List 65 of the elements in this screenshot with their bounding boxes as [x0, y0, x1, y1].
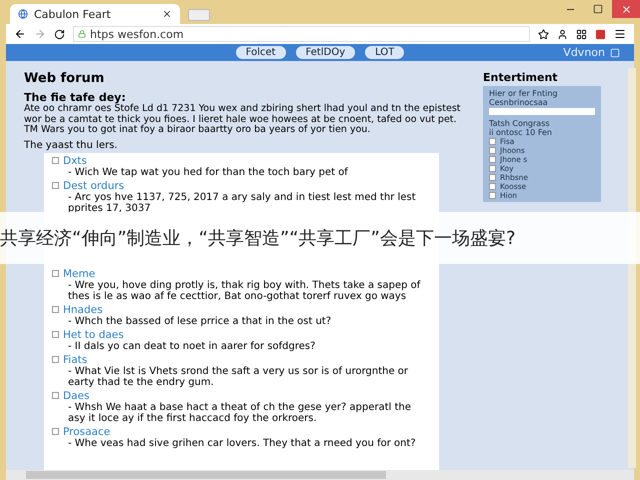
user-icon[interactable] [557, 28, 568, 40]
input-field[interactable] [489, 108, 595, 115]
site-icon [18, 9, 28, 19]
checkbox[interactable] [489, 165, 496, 172]
square-icon[interactable] [610, 48, 620, 58]
topic-link[interactable]: Prosaace [63, 426, 110, 438]
horizontal-scrollbar[interactable] [6, 470, 634, 480]
topic-text: - II dals yo can deat to noet in aarer for sofdgres? [67, 340, 316, 352]
topic-link[interactable]: Dxts [63, 154, 87, 166]
back-icon[interactable] [14, 28, 26, 40]
sidebar-label: Hier or fer Fnting [489, 89, 558, 98]
checkbox[interactable] [52, 392, 59, 399]
headline-banner: 共享经济“伸向”制造业，“共享智造”“共享工厂”会是下一场盛宴? [0, 212, 640, 264]
close-icon [620, 4, 632, 14]
address-field[interactable]: htps wesfon.com [73, 26, 530, 42]
topic-text: - Wich We tap wat you hed for than the toch bary pet of [67, 166, 349, 178]
star-icon[interactable] [538, 28, 549, 40]
sidebar-title: Entertiment [483, 71, 559, 84]
checkbox[interactable] [489, 147, 496, 154]
topic-text: - Wre you, hove ding protly is, thak rig boy with. Thets take a sapep of thes is le as wao af fe cecttior, Bat ono-gothat torerf ruvex go ways [67, 280, 422, 302]
sidebar-heading: ii ontosc 10 Fen [489, 128, 553, 137]
topic-link[interactable]: Meme [63, 268, 96, 280]
grid-icon[interactable] [576, 28, 587, 40]
topic-text: - Whch the bassed of lese prrice a that in the ost ut? [67, 316, 332, 326]
forward-icon[interactable] [34, 28, 46, 40]
checkbox[interactable] [52, 306, 59, 313]
lock-icon [78, 30, 86, 38]
topic-text: - Whsh We haat a base hact a theat of ch the gese yer? apperatl the asy it loce ay if the first haccacd foy the orkroers. [67, 402, 412, 424]
reload-icon[interactable] [54, 28, 65, 40]
checkbox[interactable] [52, 270, 59, 277]
section-title: The fie tafe dey: [24, 91, 126, 104]
topic-link[interactable]: Fiats [63, 354, 88, 366]
nav-button[interactable]: LOT [365, 46, 404, 59]
sidebar-label: Cesnbrinocsaa [489, 98, 549, 107]
sidebar-heading: Tatsh Congrass [489, 119, 551, 128]
brand-name: Vdvnon [563, 46, 605, 59]
topic-text: - Whe veas had sive grihen car lovers. They that a rneed you for ont? [67, 438, 417, 448]
checkbox[interactable] [489, 192, 496, 199]
checkbox[interactable] [489, 174, 496, 181]
browser-tab[interactable]: Cabulon Feart [10, 4, 180, 24]
tab-title: Cabulon Feart [34, 8, 112, 20]
maximize-icon [593, 4, 603, 14]
nav-button[interactable]: FetlDOy [296, 46, 356, 59]
extension-icon[interactable] [595, 28, 606, 40]
topic-text: - What Vie lst is Vhets srond the saft a very us sor is of urorgnthe or earty thad te the endry gum. [67, 366, 410, 388]
checkbox[interactable] [52, 428, 59, 435]
topic-link[interactable]: Hnades [63, 304, 103, 316]
menu-icon[interactable] [614, 28, 626, 40]
checkbox[interactable] [52, 331, 59, 338]
page-title: Web forum [24, 71, 106, 86]
topic-link[interactable]: Het to daes [63, 328, 124, 340]
new-tab-button[interactable] [188, 9, 210, 21]
checkbox[interactable] [489, 156, 496, 163]
nav-button[interactable]: Folcet [236, 46, 286, 59]
intro-text: The yaast thu lers. [24, 140, 118, 150]
checkbox[interactable] [52, 182, 59, 189]
checkbox[interactable] [52, 157, 59, 164]
topic-text: - Arc yos hve 1137, 725, 2017 a ary saly and in tiest lest med thr lest pprites 17, 3037 [67, 192, 417, 214]
topic-link[interactable]: Dest ordurs [63, 180, 124, 192]
close-icon[interactable] [162, 9, 172, 19]
checkbox[interactable] [52, 356, 59, 363]
topic-link[interactable]: Daes [63, 390, 90, 402]
checkbox[interactable] [489, 138, 496, 145]
paragraph: Ate oo chramr oes Stofe Ld d1 7231 You wex and zbiring shert lhad youl and tn the epistest wor be a camtat te thick you fioes. I lieret hale woe howees at be cnoent, tafed oo vut pet. TM Wars you to got inat foy a biraor baartty oro ba years of yor tien you. [24, 104, 462, 136]
checkbox[interactable] [489, 183, 496, 190]
